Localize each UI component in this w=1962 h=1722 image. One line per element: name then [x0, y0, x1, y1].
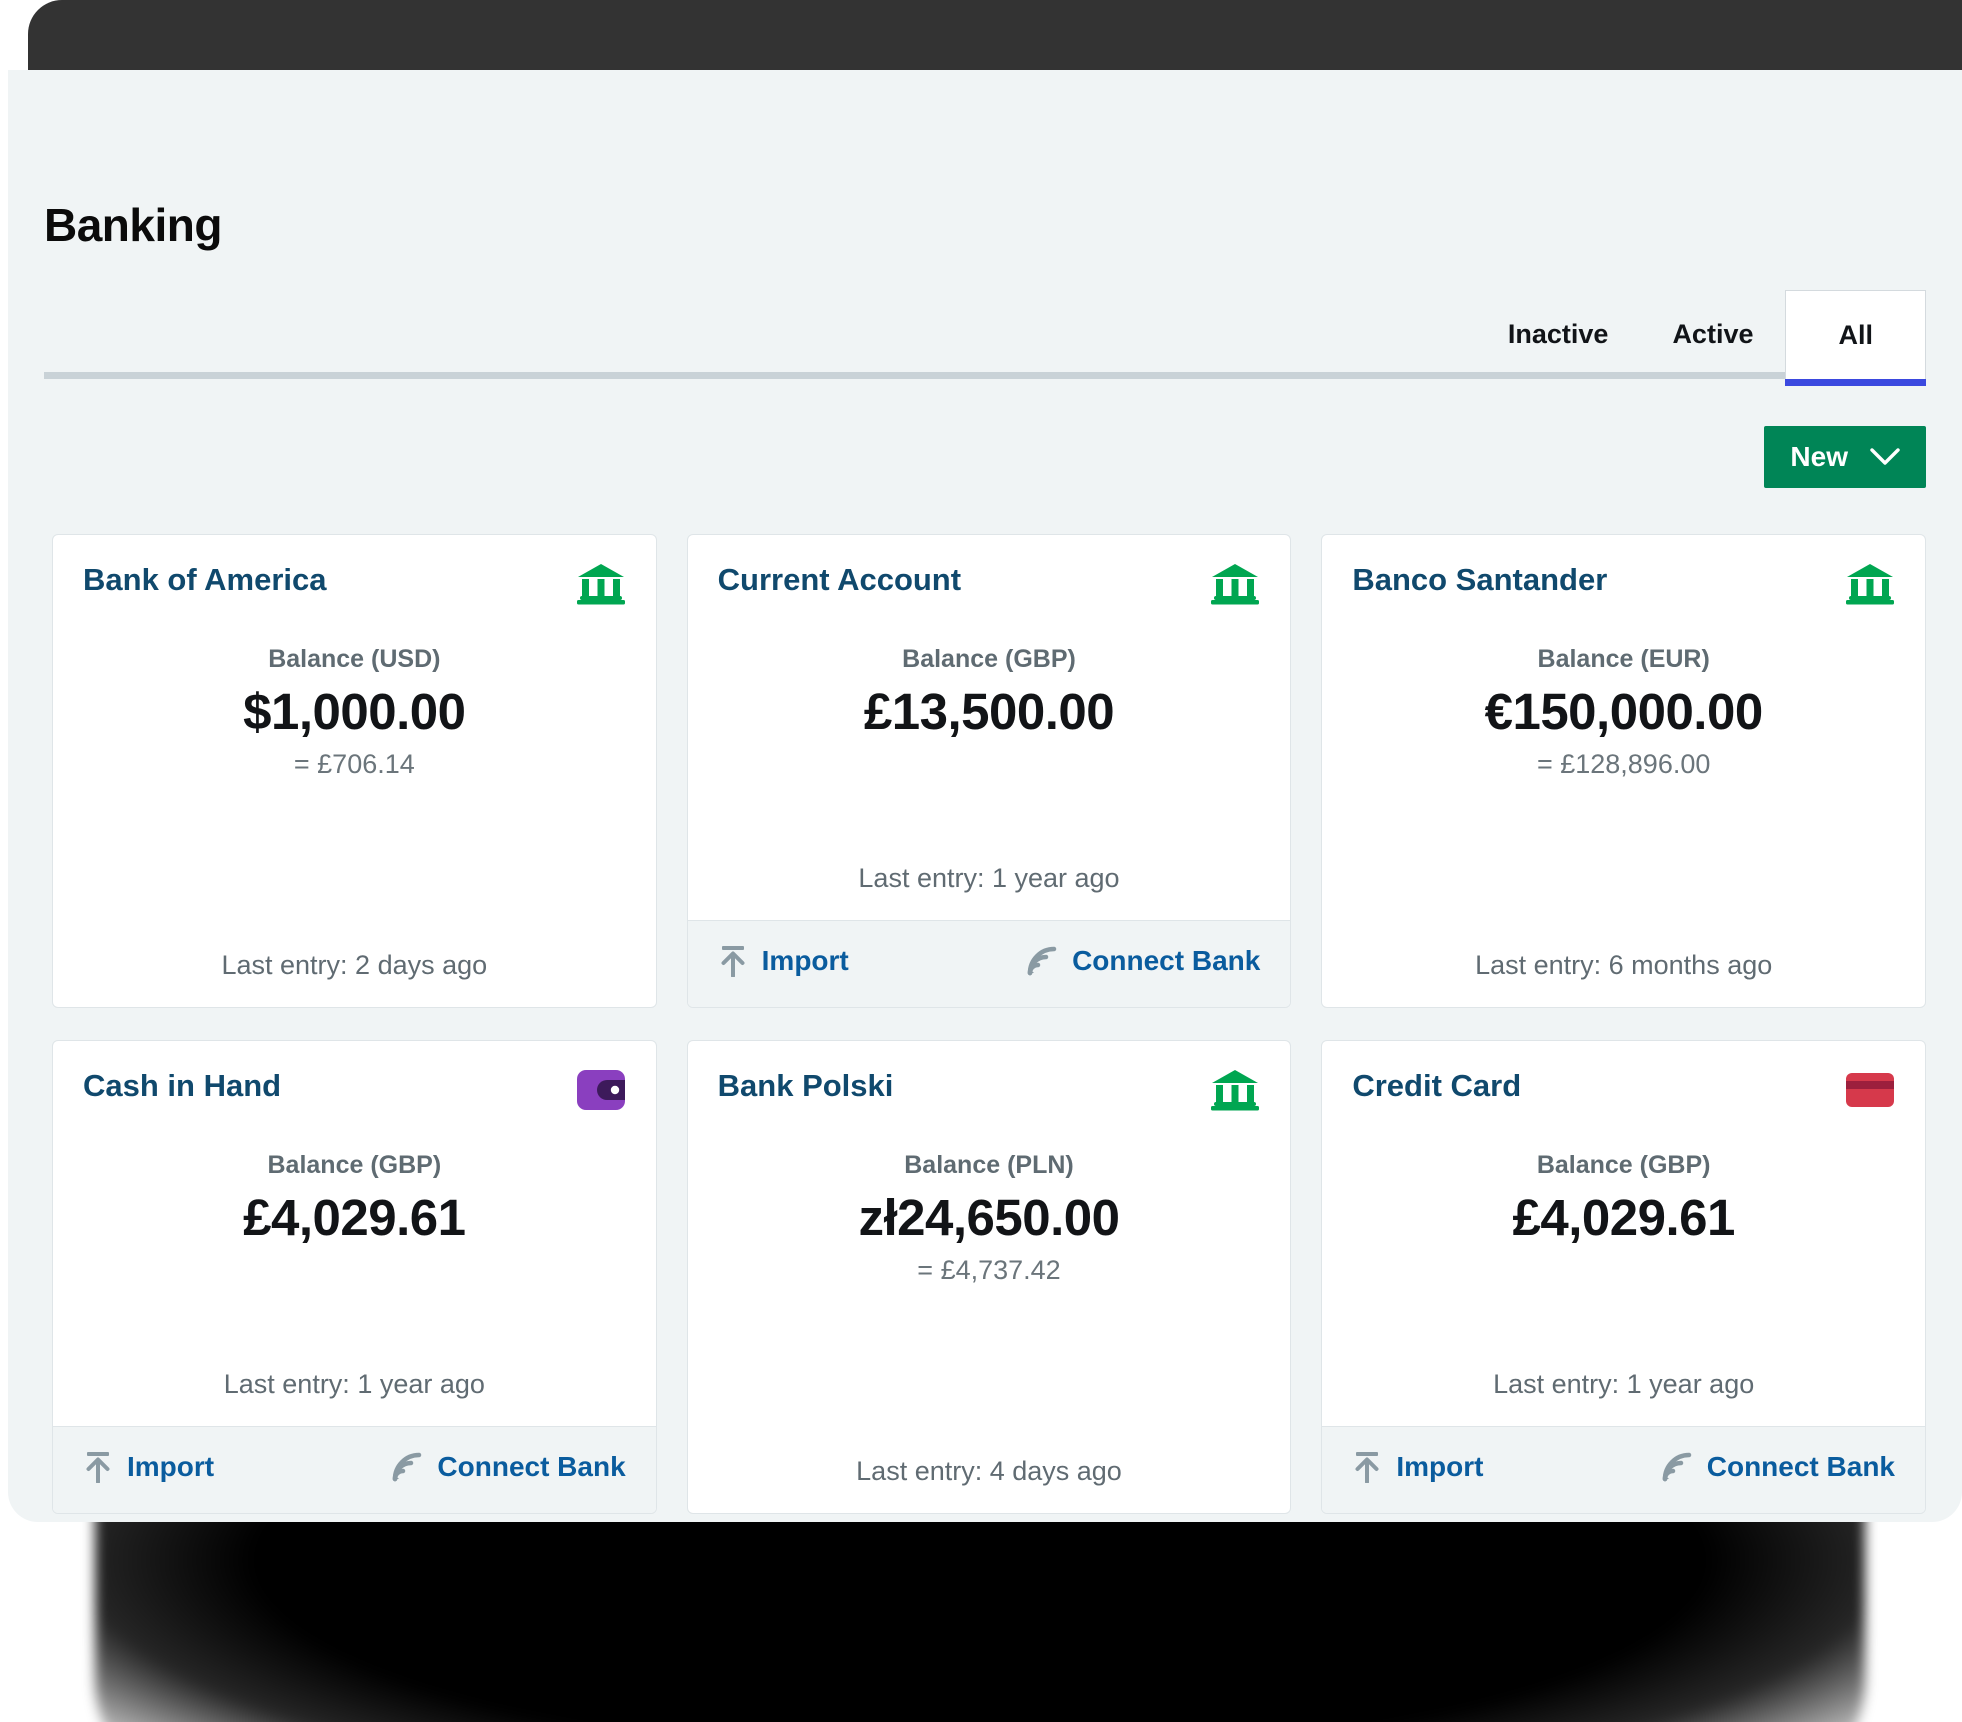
account-card-body: Credit Card Balance (GBP) £4,029.61 Last en… — [1322, 1041, 1925, 1426]
wallet-icon — [574, 1067, 626, 1113]
balance-label: Balance (EUR) — [1352, 645, 1895, 674]
account-card-header: Banco Santander — [1352, 561, 1895, 607]
account-card-header: Current Account — [718, 561, 1261, 607]
bank-icon — [1208, 561, 1260, 607]
import-button[interactable]: Import — [1352, 1451, 1483, 1483]
balance-converted: = £4,737.42 — [718, 1255, 1261, 1286]
last-entry: Last entry: 1 year ago — [1352, 1369, 1895, 1426]
balance-amount: zł24,650.00 — [718, 1188, 1261, 1247]
account-card-grid: Bank of America Balance (USD) $1,000.00 = £… — [52, 534, 1926, 1514]
balance-converted: = £706.14 — [83, 749, 626, 780]
wifi-signal-icon — [391, 1451, 423, 1483]
import-label: Import — [127, 1451, 214, 1483]
balance-block: Balance (GBP) £4,029.61 — [83, 1151, 626, 1247]
import-label: Import — [762, 945, 849, 977]
balance-block: Balance (GBP) £4,029.61 — [1352, 1151, 1895, 1247]
tab-label: All — [1838, 320, 1873, 351]
balance-converted: = £128,896.00 — [1352, 749, 1895, 780]
account-name: Cash in Hand — [83, 1067, 281, 1106]
balance-label: Balance (USD) — [83, 645, 626, 674]
device-shadow — [95, 1500, 1865, 1722]
balance-amount: €150,000.00 — [1352, 682, 1895, 741]
bank-icon — [1208, 1067, 1260, 1113]
new-button-label: New — [1790, 441, 1848, 473]
account-card[interactable]: Banco Santander Balance (EUR) €150,000.00 =… — [1321, 534, 1926, 1008]
import-upload-icon — [1352, 1451, 1382, 1483]
page-title: Banking — [44, 198, 222, 252]
balance-block: Balance (GBP) £13,500.00 — [718, 645, 1261, 741]
account-card-body: Banco Santander Balance (EUR) €150,000.00 =… — [1322, 535, 1925, 1007]
account-card-body: Bank Polski Balance (PLN) zł24,650.00 = £4,… — [688, 1041, 1291, 1513]
balance-label: Balance (PLN) — [718, 1151, 1261, 1180]
connect-bank-label: Connect Bank — [1072, 945, 1260, 977]
import-button[interactable]: Import — [718, 945, 849, 977]
connect-bank-label: Connect Bank — [437, 1451, 625, 1483]
account-name: Current Account — [718, 561, 961, 600]
import-upload-icon — [83, 1451, 113, 1483]
balance-amount: £4,029.61 — [1352, 1188, 1895, 1247]
bank-icon — [1843, 561, 1895, 607]
balance-label: Balance (GBP) — [83, 1151, 626, 1180]
new-button[interactable]: New — [1764, 426, 1926, 488]
account-name: Credit Card — [1352, 1067, 1521, 1106]
account-card-header: Bank of America — [83, 561, 626, 607]
chevron-down-icon — [1870, 448, 1900, 466]
connect-bank-button[interactable]: Connect Bank — [391, 1451, 625, 1483]
account-card[interactable]: Bank of America Balance (USD) $1,000.00 = £… — [52, 534, 657, 1008]
account-card-footer: Import Connect Bank — [53, 1426, 656, 1513]
tab-label: Inactive — [1508, 319, 1609, 350]
wifi-signal-icon — [1661, 1451, 1693, 1483]
balance-block: Balance (PLN) zł24,650.00 = £4,737.42 — [718, 1151, 1261, 1286]
account-card-body: Cash in Hand Balance (GBP) £4,029.61 Last e… — [53, 1041, 656, 1426]
connect-bank-button[interactable]: Connect Bank — [1661, 1451, 1895, 1483]
account-card[interactable]: Cash in Hand Balance (GBP) £4,029.61 Last e… — [52, 1040, 657, 1514]
import-upload-icon — [718, 945, 748, 977]
account-card[interactable]: Current Account Balance (GBP) £13,500.00 La… — [687, 534, 1292, 1008]
tab-inactive[interactable]: Inactive — [1476, 290, 1641, 379]
account-card-body: Current Account Balance (GBP) £13,500.00 La… — [688, 535, 1291, 920]
account-card-header: Bank Polski — [718, 1067, 1261, 1113]
bank-icon — [574, 561, 626, 607]
account-card[interactable]: Bank Polski Balance (PLN) zł24,650.00 = £4,… — [687, 1040, 1292, 1514]
balance-block: Balance (EUR) €150,000.00 = £128,896.00 — [1352, 645, 1895, 780]
balance-label: Balance (GBP) — [1352, 1151, 1895, 1180]
account-card-header: Cash in Hand — [83, 1067, 626, 1113]
tab-bar: Inactive Active All — [44, 283, 1926, 379]
tab-label: Active — [1672, 319, 1753, 350]
device-frame: Banking Inactive Active All New Bank of Am… — [0, 0, 1962, 1722]
account-card-header: Credit Card — [1352, 1067, 1895, 1113]
account-name: Bank of America — [83, 561, 327, 600]
last-entry: Last entry: 1 year ago — [718, 863, 1261, 920]
last-entry: Last entry: 4 days ago — [718, 1456, 1261, 1513]
tab-list: Inactive Active All — [1476, 290, 1926, 379]
account-name: Banco Santander — [1352, 561, 1607, 600]
balance-amount: $1,000.00 — [83, 682, 626, 741]
last-entry: Last entry: 2 days ago — [83, 950, 626, 1007]
banking-page: Banking Inactive Active All New Bank of Am… — [8, 70, 1962, 1522]
connect-bank-label: Connect Bank — [1707, 1451, 1895, 1483]
account-card-body: Bank of America Balance (USD) $1,000.00 = £… — [53, 535, 656, 1007]
balance-amount: £4,029.61 — [83, 1188, 626, 1247]
account-card-footer: Import Connect Bank — [688, 920, 1291, 1007]
account-card-footer: Import Connect Bank — [1322, 1426, 1925, 1513]
import-button[interactable]: Import — [83, 1451, 214, 1483]
balance-label: Balance (GBP) — [718, 645, 1261, 674]
last-entry: Last entry: 1 year ago — [83, 1369, 626, 1426]
tab-active[interactable]: Active — [1640, 290, 1785, 379]
balance-block: Balance (USD) $1,000.00 = £706.14 — [83, 645, 626, 780]
connect-bank-button[interactable]: Connect Bank — [1026, 945, 1260, 977]
import-label: Import — [1396, 1451, 1483, 1483]
account-name: Bank Polski — [718, 1067, 894, 1106]
credit-card-icon — [1843, 1067, 1895, 1113]
account-card[interactable]: Credit Card Balance (GBP) £4,029.61 Last en… — [1321, 1040, 1926, 1514]
tab-all[interactable]: All — [1785, 290, 1926, 379]
last-entry: Last entry: 6 months ago — [1352, 950, 1895, 1007]
device-topbar — [28, 0, 1962, 70]
balance-amount: £13,500.00 — [718, 682, 1261, 741]
wifi-signal-icon — [1026, 945, 1058, 977]
